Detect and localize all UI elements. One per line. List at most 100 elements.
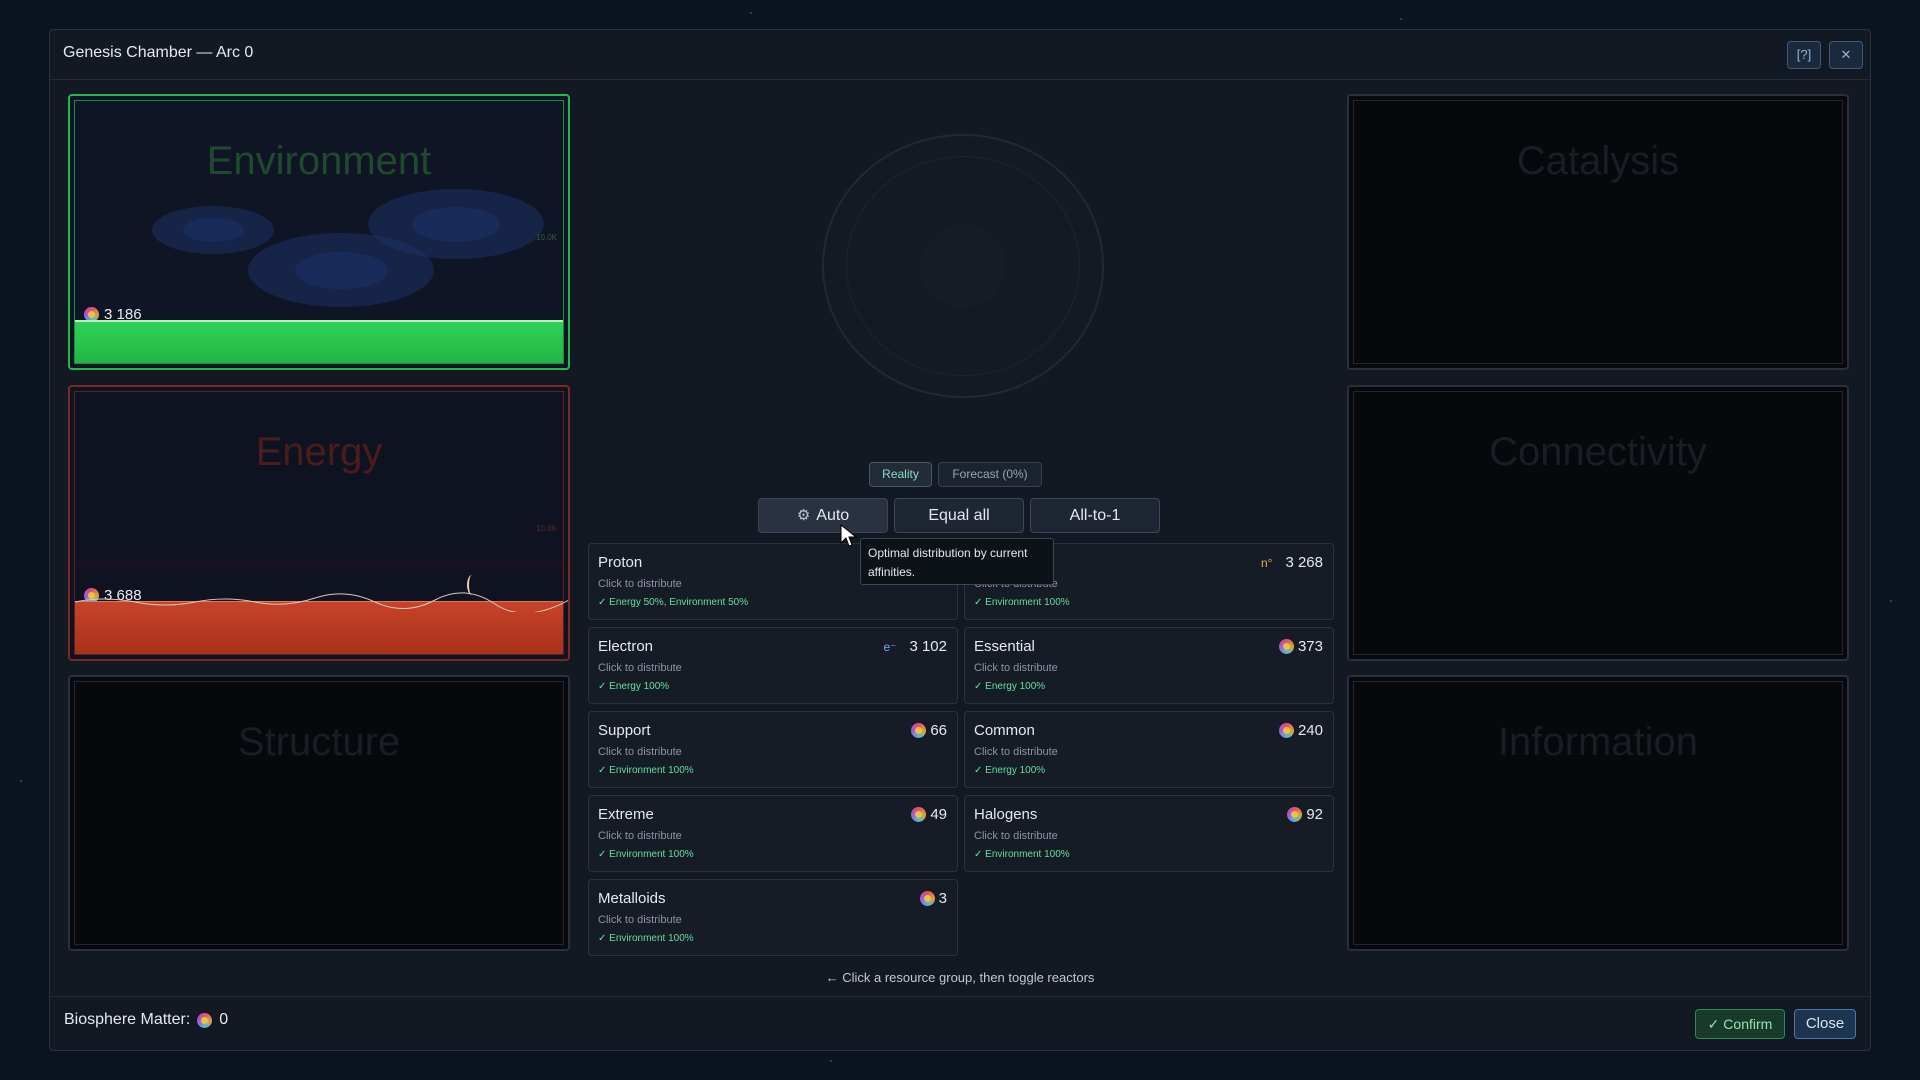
- group-name: Support: [598, 722, 651, 739]
- group-affinity: ✓ Environment 100%: [598, 765, 694, 776]
- tab-forecast[interactable]: Forecast (0%): [938, 462, 1042, 487]
- bubble: [368, 189, 544, 259]
- resource-group-card[interactable]: Common Click to distribute ✓ Energy 100% 24…: [964, 711, 1334, 788]
- group-name: Extreme: [598, 806, 654, 823]
- group-amount: e⁻ 3 102: [883, 638, 947, 655]
- star: [1890, 600, 1892, 602]
- reactor-frame: Catalysis: [1353, 100, 1843, 364]
- dialog-header: Genesis Chamber — Arc 0 [?] ✕: [50, 30, 1870, 80]
- group-action-hint: Click to distribute: [598, 662, 682, 674]
- group-affinity: ✓ Environment 100%: [598, 849, 694, 860]
- biosphere-label: Biosphere Matter:: [64, 1011, 191, 1028]
- particle-symbol: e⁻: [883, 639, 897, 654]
- particle-symbol: n°: [1260, 555, 1273, 570]
- group-name: Common: [974, 722, 1035, 739]
- bubble: [152, 206, 274, 254]
- group-action-hint: Click to distribute: [598, 830, 682, 842]
- resource-group-card[interactable]: Essential Click to distribute ✓ Energy 100…: [964, 627, 1334, 704]
- confirm-button[interactable]: ✓ Confirm: [1695, 1009, 1785, 1039]
- auto-button[interactable]: ⚙ Auto: [758, 498, 888, 533]
- instruction-hint: ← Click a resource group, then toggle re…: [825, 970, 1095, 985]
- dialog-title: Genesis Chamber — Arc 0: [63, 44, 254, 61]
- group-action-hint: Click to distribute: [974, 662, 1058, 674]
- reactor-fill-level: [75, 592, 568, 654]
- group-amount: 3: [919, 890, 947, 907]
- biosphere-value: 0: [219, 1011, 229, 1028]
- group-action-hint: Click to distribute: [598, 746, 682, 758]
- group-affinity: ✓ Energy 100%: [974, 681, 1046, 692]
- matter-icon: [1286, 806, 1303, 823]
- gear-icon: ⚙: [796, 507, 811, 524]
- reactor-structure[interactable]: Structure: [68, 675, 570, 951]
- star: [1400, 18, 1402, 20]
- core-orb: [822, 134, 1104, 398]
- group-name: Metalloids: [598, 890, 666, 907]
- group-affinity: ✓ Energy 100%: [974, 765, 1046, 776]
- reactor-frame: Structure: [74, 681, 564, 945]
- group-amount: 49: [910, 806, 947, 823]
- reactor-frame: Information: [1353, 681, 1843, 945]
- all-to-one-button[interactable]: All-to-1: [1030, 498, 1160, 533]
- group-action-hint: Click to distribute: [598, 914, 682, 926]
- group-name: Essential: [974, 638, 1035, 655]
- reactor-title: Environment: [206, 139, 432, 183]
- resource-group-card[interactable]: Halogens Click to distribute ✓ Environment…: [964, 795, 1334, 872]
- matter-icon: [910, 806, 927, 823]
- group-amount: 240: [1278, 722, 1323, 739]
- matter-icon: [1278, 638, 1295, 655]
- biosphere-matter: Biosphere Matter: 0: [64, 1011, 228, 1029]
- reactor-title: Energy: [255, 430, 383, 474]
- group-action-hint: Click to distribute: [974, 746, 1058, 758]
- group-amount: n° 3 268: [1260, 554, 1323, 571]
- scale-tick-label: 10.0K: [536, 524, 557, 533]
- group-name: Halogens: [974, 806, 1038, 823]
- group-amount: 92: [1286, 806, 1323, 823]
- reactor-energy[interactable]: Energy 10.0K 3 688: [68, 385, 570, 661]
- star: [20, 780, 22, 782]
- reactor-title: Connectivity: [1489, 430, 1707, 474]
- group-name: Electron: [598, 638, 654, 655]
- group-action-hint: Click to distribute: [974, 830, 1058, 842]
- resource-group-card[interactable]: Support Click to distribute ✓ Environment …: [588, 711, 958, 788]
- reactor-title: Catalysis: [1516, 139, 1680, 183]
- reactor-frame: Connectivity: [1353, 391, 1843, 655]
- help-button[interactable]: [?]: [1787, 41, 1821, 69]
- group-affinity: ✓ Environment 100%: [974, 597, 1070, 608]
- matter-icon: [1278, 722, 1295, 739]
- scale-tick-label: 10.0K: [536, 233, 557, 242]
- reactor-band: [75, 560, 563, 568]
- group-amount: 66: [910, 722, 947, 739]
- reactor-environment[interactable]: Environment 10.0K 3 186: [68, 94, 570, 370]
- reactor-information[interactable]: Information: [1347, 675, 1849, 951]
- reactor-catalysis[interactable]: Catalysis: [1347, 94, 1849, 370]
- resource-group-card[interactable]: Extreme Click to distribute ✓ Environment …: [588, 795, 958, 872]
- star: [830, 1060, 832, 1062]
- group-name: Proton: [598, 554, 643, 571]
- reactor-title: Structure: [237, 720, 401, 764]
- group-amount: 373: [1278, 638, 1323, 655]
- equal-all-button[interactable]: Equal all: [894, 498, 1024, 533]
- reactor-frame: Environment 10.0K 3 186: [74, 100, 564, 364]
- star: [750, 12, 752, 14]
- resource-group-card[interactable]: Metalloids Click to distribute ✓ Environme…: [588, 879, 958, 956]
- tab-reality[interactable]: Reality: [869, 462, 932, 487]
- reactor-fill-level: [75, 320, 563, 363]
- group-affinity: ✓ Environment 100%: [598, 933, 694, 944]
- auto-tooltip: Optimal distribution by current affiniti…: [860, 538, 1054, 585]
- footer-divider: [49, 996, 1871, 997]
- group-action-hint: Click to distribute: [598, 578, 682, 590]
- resource-group-card[interactable]: Electron Click to distribute ✓ Energy 100%…: [588, 627, 958, 704]
- mouse-cursor-icon: [840, 524, 858, 547]
- matter-icon: [196, 1012, 213, 1029]
- group-affinity: ✓ Energy 100%: [598, 681, 670, 692]
- reactor-connectivity[interactable]: Connectivity: [1347, 385, 1849, 661]
- wave-line: [75, 592, 568, 612]
- close-button[interactable]: Close: [1794, 1009, 1856, 1039]
- reactor-title: Information: [1497, 720, 1699, 764]
- orb-core: [920, 224, 1006, 308]
- close-x-button[interactable]: ✕: [1829, 41, 1863, 69]
- group-affinity: ✓ Environment 100%: [974, 849, 1070, 860]
- matter-icon: [919, 890, 936, 907]
- matter-icon: [910, 722, 927, 739]
- group-affinity: ✓ Energy 50%, Environment 50%: [598, 597, 749, 608]
